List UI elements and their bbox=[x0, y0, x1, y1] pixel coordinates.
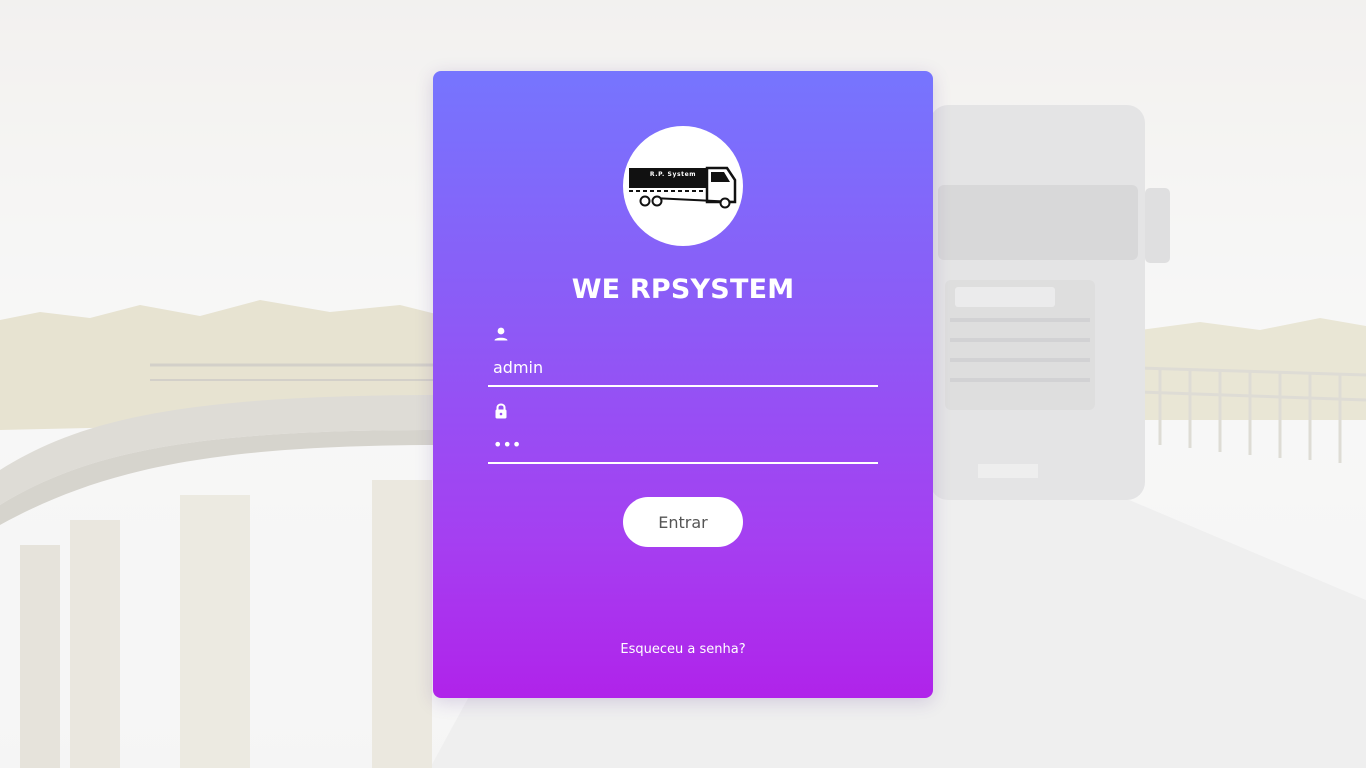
username-field bbox=[488, 325, 878, 389]
forgot-password-link[interactable]: Esqueceu a senha? bbox=[433, 640, 933, 660]
user-icon bbox=[494, 327, 508, 341]
username-input[interactable] bbox=[488, 349, 878, 387]
truck-logo-icon bbox=[629, 166, 737, 209]
lock-icon bbox=[495, 403, 507, 419]
password-field bbox=[488, 402, 878, 466]
app-title: WE RPSYSTEM bbox=[571, 274, 795, 305]
login-button[interactable]: Entrar bbox=[623, 497, 743, 547]
logo: R.P. System bbox=[623, 126, 743, 246]
password-input[interactable] bbox=[488, 426, 878, 464]
login-card: R.P. System WE RPSYSTEM Entrar Esqueceu … bbox=[433, 71, 933, 698]
logo-text: R.P. System bbox=[649, 171, 697, 178]
